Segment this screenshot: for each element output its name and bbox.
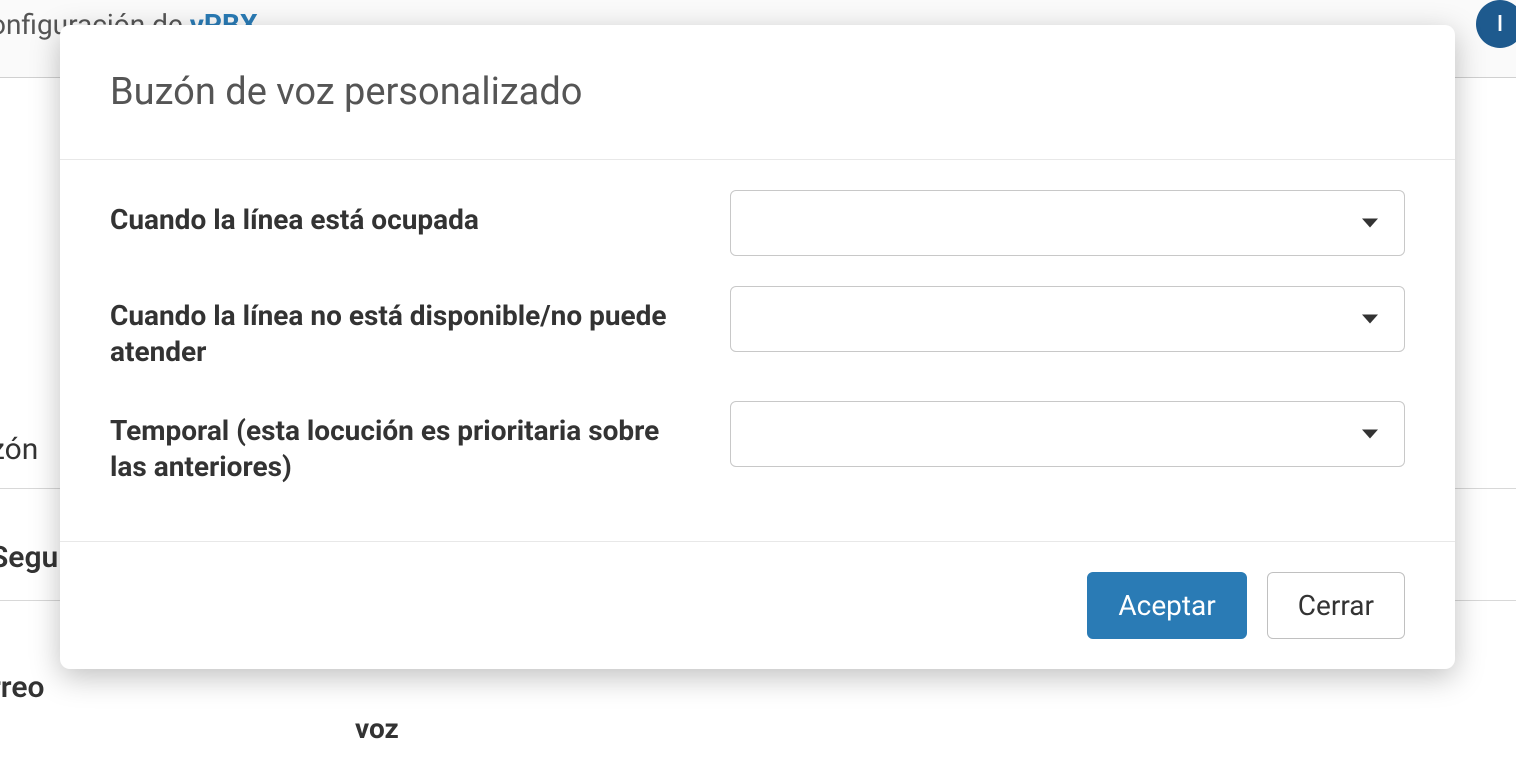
- modal-body: Cuando la línea está ocupada Cuando la l…: [60, 160, 1455, 542]
- modal-backdrop: Buzón de voz personalizado Cuando la lín…: [0, 0, 1516, 762]
- close-button[interactable]: Cerrar: [1267, 572, 1405, 639]
- select-temporal[interactable]: [730, 401, 1405, 467]
- modal-header: Buzón de voz personalizado: [60, 25, 1455, 160]
- label-busy: Cuando la línea está ocupada: [110, 190, 730, 238]
- caret-down-icon: [1362, 429, 1378, 438]
- form-row-busy: Cuando la línea está ocupada: [110, 190, 1405, 256]
- modal-title: Buzón de voz personalizado: [110, 70, 1405, 114]
- caret-down-icon: [1362, 315, 1378, 324]
- label-temporal: Temporal (esta locución es prioritaria s…: [110, 401, 730, 486]
- modal-dialog: Buzón de voz personalizado Cuando la lín…: [60, 25, 1455, 669]
- accept-button[interactable]: Aceptar: [1087, 572, 1246, 639]
- modal-footer: Aceptar Cerrar: [60, 542, 1455, 669]
- form-row-temporal: Temporal (esta locución es prioritaria s…: [110, 401, 1405, 486]
- select-busy[interactable]: [730, 190, 1405, 256]
- label-unavailable: Cuando la línea no está disponible/no pu…: [110, 286, 730, 371]
- select-unavailable[interactable]: [730, 286, 1405, 352]
- caret-down-icon: [1362, 219, 1378, 228]
- form-row-unavailable: Cuando la línea no está disponible/no pu…: [110, 286, 1405, 371]
